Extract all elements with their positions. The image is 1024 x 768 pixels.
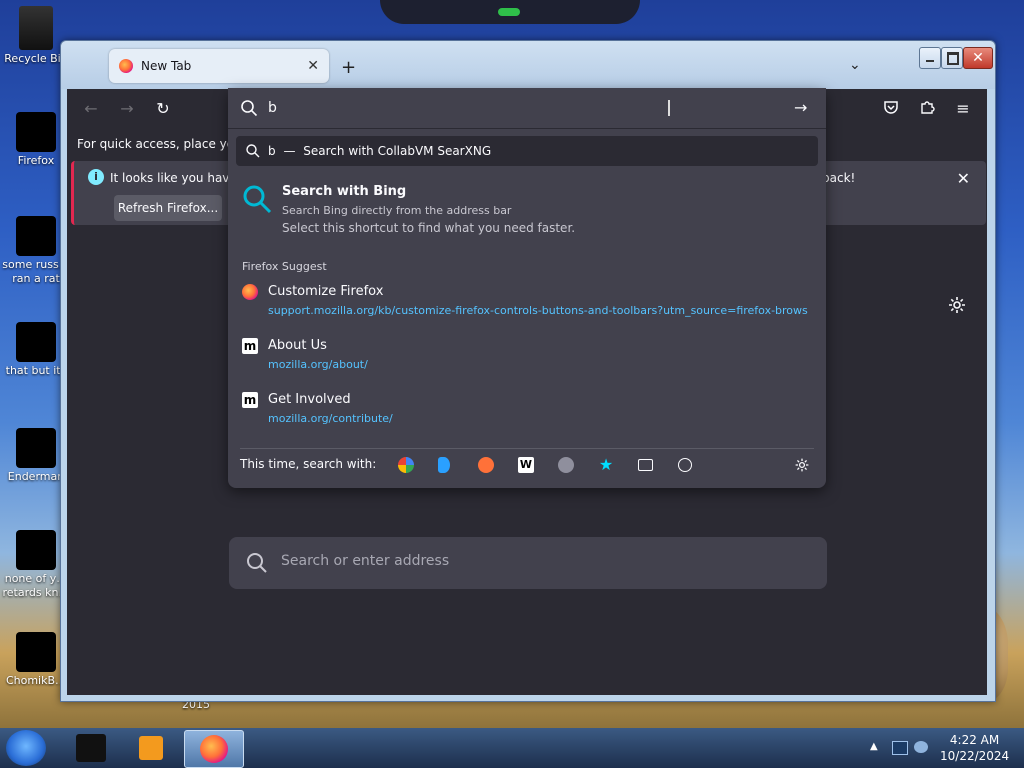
info-icon: i xyxy=(88,169,104,185)
bing-engine-icon[interactable] xyxy=(438,457,450,473)
tab-new-tab[interactable]: New Tab ✕ xyxy=(109,49,329,83)
top-notch xyxy=(380,0,640,24)
clock-date: 10/22/2024 xyxy=(940,749,1010,763)
bing-search-magnifier-icon xyxy=(243,185,272,214)
search-engine-text: Search with CollabVM SearXNG xyxy=(303,144,492,158)
file-icon xyxy=(16,428,56,468)
title-bar: New Tab ✕ + ⌄ ✕ xyxy=(61,41,995,89)
url-dropdown-panel: b → b — Search with CollabVM SearXNG Sea… xyxy=(228,88,826,488)
suggestion-row-searxng-text: b — Search with CollabVM SearXNG xyxy=(268,144,491,158)
start-button[interactable] xyxy=(6,730,46,766)
maximize-button[interactable] xyxy=(941,47,963,69)
firefox-icon xyxy=(200,735,228,763)
query-text: b xyxy=(268,144,276,158)
firefox-suggest-heading: Firefox Suggest xyxy=(242,260,327,273)
recycle-bin-icon xyxy=(19,6,53,50)
duckduckgo-engine-icon[interactable] xyxy=(478,457,494,473)
file-icon xyxy=(16,322,56,362)
taskbar-app-media[interactable] xyxy=(122,730,180,766)
wikipedia-engine-icon[interactable]: W xyxy=(518,457,534,473)
search-settings-gear-icon[interactable] xyxy=(794,457,810,473)
desktop-icon-label: Enderman xyxy=(7,470,65,483)
search-icon xyxy=(246,144,260,158)
forward-arrow-icon[interactable]: → xyxy=(117,99,137,119)
file-icon xyxy=(16,216,56,256)
bing-title: Search with Bing xyxy=(282,184,407,199)
suggestion-get-involved[interactable]: m Get Involved mozilla.org/contribute/ xyxy=(242,392,802,436)
file-icon xyxy=(16,632,56,672)
system-clock[interactable]: 4:22 AM 10/22/2024 xyxy=(940,732,1009,764)
back-arrow-icon[interactable]: ← xyxy=(81,99,101,119)
refresh-firefox-button[interactable]: Refresh Firefox... xyxy=(114,195,222,221)
infobar-text-tail: back! xyxy=(822,171,856,185)
text-cursor-icon xyxy=(668,100,670,116)
app-icon xyxy=(76,734,106,762)
google-engine-icon[interactable] xyxy=(398,457,414,473)
newtab-settings-gear-icon[interactable] xyxy=(947,295,967,315)
hamburger-menu-icon[interactable]: ≡ xyxy=(953,99,973,119)
bing-hint: Select this shortcut to find what you ne… xyxy=(282,221,576,235)
tab-close-icon[interactable]: ✕ xyxy=(307,58,319,74)
reload-icon[interactable]: ↻ xyxy=(153,99,173,119)
notch-indicator xyxy=(498,8,520,16)
taskbar-firefox[interactable] xyxy=(184,730,244,768)
volume-icon[interactable] xyxy=(914,741,928,753)
suggestion-url: support.mozilla.org/kb/customize-firefox… xyxy=(268,304,808,317)
suggestion-customize-firefox[interactable]: Customize Firefox support.mozilla.org/kb… xyxy=(242,284,808,328)
firefox-icon xyxy=(16,112,56,152)
minimize-button[interactable] xyxy=(919,47,941,69)
infobar-close-icon[interactable]: ✕ xyxy=(957,169,970,188)
media-player-icon xyxy=(139,736,163,760)
url-input[interactable]: b → xyxy=(228,88,826,129)
firefox-favicon-icon xyxy=(119,59,133,73)
bookmarks-star-icon[interactable]: ★ xyxy=(598,457,614,473)
mozilla-m-icon: m xyxy=(242,392,258,408)
clock-time: 4:22 AM xyxy=(949,733,1000,747)
tray-chevron-icon[interactable]: ▲ xyxy=(870,741,884,753)
search-icon xyxy=(247,553,267,573)
mozilla-m-icon: m xyxy=(242,338,258,354)
network-icon[interactable] xyxy=(892,741,908,755)
taskbar-app-black[interactable] xyxy=(62,730,120,766)
suggestion-title: Customize Firefox xyxy=(268,284,384,299)
close-window-button[interactable]: ✕ xyxy=(963,47,993,69)
bing-shortcut[interactable]: Search with Bing Search Bing directly fr… xyxy=(242,180,802,240)
search-icon xyxy=(241,100,258,117)
history-clock-icon[interactable] xyxy=(678,458,692,472)
suggestion-about-us[interactable]: m About Us mozilla.org/about/ xyxy=(242,338,802,382)
suggestion-url: mozilla.org/contribute/ xyxy=(268,412,393,425)
tabs-icon[interactable] xyxy=(638,459,653,471)
list-all-tabs-chevron-icon[interactable]: ⌄ xyxy=(849,57,861,73)
firefox-favicon-icon xyxy=(242,284,258,300)
desktop-icon-label: Recycle Bin xyxy=(4,52,68,65)
suggestion-url: mozilla.org/about/ xyxy=(268,358,368,371)
infobar-text: It looks like you haven xyxy=(110,171,245,185)
desktop-icon-label: Firefox xyxy=(17,154,55,167)
desktop-icon-label: ChomikB… xyxy=(5,674,67,687)
suggestion-title: Get Involved xyxy=(268,392,351,407)
search-with-label: This time, search with: xyxy=(240,457,377,471)
new-tab-button[interactable]: + xyxy=(341,57,356,78)
suggestion-row-searxng[interactable]: b — Search with CollabVM SearXNG xyxy=(236,136,818,166)
newtab-search-box[interactable]: Search or enter address xyxy=(229,537,827,589)
go-arrow-icon[interactable]: → xyxy=(794,98,807,117)
bing-subtitle: Search Bing directly from the address ba… xyxy=(282,204,512,217)
file-icon xyxy=(16,530,56,570)
taskbar: ▲ 4:22 AM 10/22/2024 xyxy=(0,728,1024,768)
search-with-bar: This time, search with: W ★ xyxy=(240,448,814,479)
separator: — xyxy=(283,144,296,158)
url-input-value: b xyxy=(268,100,277,116)
searxng-engine-icon[interactable] xyxy=(558,457,574,473)
tab-title: New Tab xyxy=(141,59,192,73)
newtab-search-placeholder: Search or enter address xyxy=(281,553,450,569)
pocket-icon[interactable] xyxy=(881,99,901,119)
desktop-icon-label: that but its xyxy=(5,364,67,377)
extensions-puzzle-icon[interactable] xyxy=(917,99,937,119)
suggestion-title: About Us xyxy=(268,338,327,353)
